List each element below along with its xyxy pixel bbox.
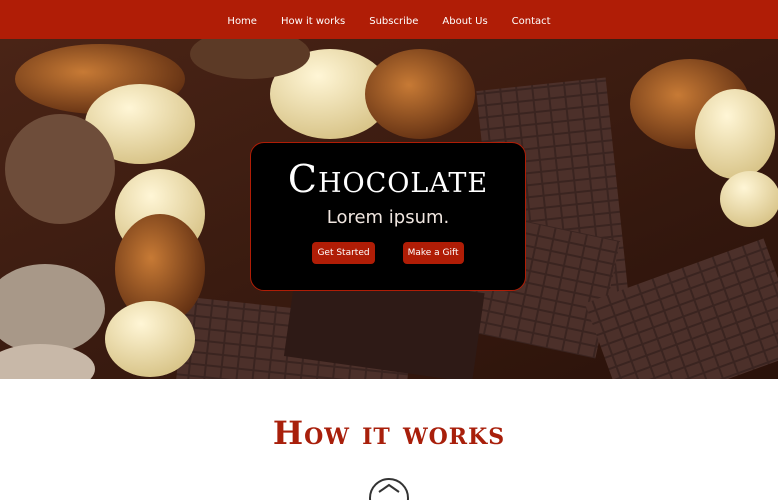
nav-item-subscribe: Subscribe	[357, 11, 430, 29]
make-a-gift-button[interactable]: Make a Gift	[402, 242, 464, 264]
hero-section: Chocolate Lorem ipsum. Get Started Make …	[0, 39, 778, 379]
nav-item-home: Home	[215, 11, 269, 29]
nav-link-about-us[interactable]: About Us	[430, 16, 499, 27]
top-navbar: Home How it works Subscribe About Us Con…	[0, 0, 778, 39]
how-it-works-heading: How it works	[272, 414, 506, 452]
hero-button-group: Get Started Make a Gift	[251, 242, 525, 264]
nav-item-contact: Contact	[500, 11, 563, 29]
hero-subtitle: Lorem ipsum.	[326, 207, 450, 228]
nav-item-about-us: About Us	[430, 11, 499, 29]
get-started-button[interactable]: Get Started	[312, 242, 375, 264]
nav-menu: Home How it works Subscribe About Us Con…	[0, 0, 778, 39]
nav-link-subscribe[interactable]: Subscribe	[357, 16, 430, 27]
nav-link-contact[interactable]: Contact	[500, 16, 563, 27]
hero-title: Chocolate	[287, 157, 489, 201]
nav-link-how-it-works[interactable]: How it works	[269, 16, 357, 27]
nav-link-home[interactable]: Home	[215, 16, 269, 27]
nav-item-how-it-works: How it works	[269, 11, 357, 29]
hero-card: Chocolate Lorem ipsum. Get Started Make …	[250, 142, 526, 291]
badge-icon	[369, 478, 409, 500]
